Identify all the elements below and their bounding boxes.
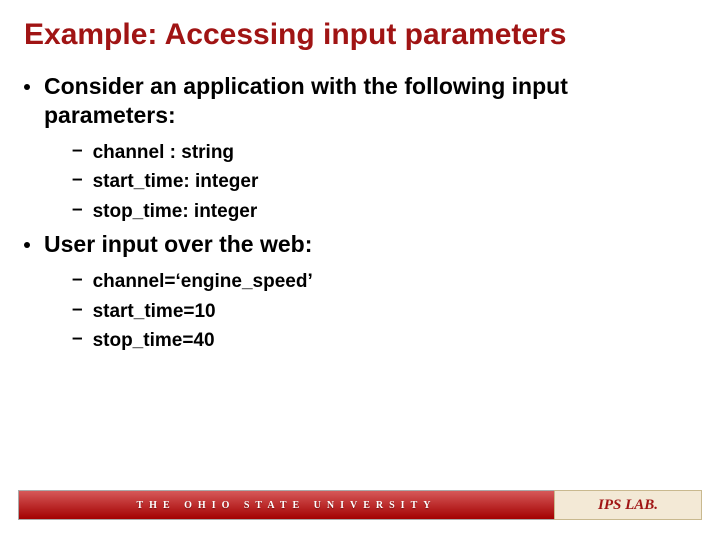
- bullet-level-2: – stop_time=40: [72, 328, 696, 354]
- slide-content: Consider an application with the followi…: [0, 58, 720, 354]
- footer-lab: IPS LAB.: [554, 490, 702, 520]
- bullet-level-1: Consider an application with the followi…: [24, 72, 696, 130]
- bullet-dash-icon: –: [72, 269, 83, 291]
- bullet-dash-icon: –: [72, 199, 83, 221]
- bullet-level-2: – start_time: integer: [72, 169, 696, 195]
- bullet-text: start_time: integer: [93, 169, 259, 195]
- bullet-level-2: – channel : string: [72, 140, 696, 166]
- bullet-dash-icon: –: [72, 169, 83, 191]
- bullet-level-2: – stop_time: integer: [72, 199, 696, 225]
- slide-title: Example: Accessing input parameters: [0, 0, 720, 58]
- bullet-text: start_time=10: [93, 299, 216, 325]
- bullet-text: stop_time=40: [93, 328, 215, 354]
- bullet-text: User input over the web:: [44, 230, 312, 259]
- bullet-text: Consider an application with the followi…: [44, 72, 696, 130]
- bullet-dot-icon: [24, 242, 30, 248]
- bullet-text: stop_time: integer: [93, 199, 258, 225]
- bullet-level-2: – start_time=10: [72, 299, 696, 325]
- bullet-dash-icon: –: [72, 328, 83, 350]
- slide: Example: Accessing input parameters Cons…: [0, 0, 720, 540]
- bullet-text: channel : string: [93, 140, 234, 166]
- footer-bar: THE OHIO STATE UNIVERSITY IPS LAB.: [18, 490, 702, 520]
- bullet-level-1: User input over the web:: [24, 230, 696, 259]
- bullet-dot-icon: [24, 84, 30, 90]
- lab-name: IPS LAB.: [598, 497, 658, 514]
- university-name: THE OHIO STATE UNIVERSITY: [137, 500, 437, 511]
- bullet-dash-icon: –: [72, 299, 83, 321]
- bullet-dash-icon: –: [72, 140, 83, 162]
- footer-university: THE OHIO STATE UNIVERSITY: [18, 490, 554, 520]
- bullet-level-2: – channel=‘engine_speed’: [72, 269, 696, 295]
- bullet-text: channel=‘engine_speed’: [93, 269, 313, 295]
